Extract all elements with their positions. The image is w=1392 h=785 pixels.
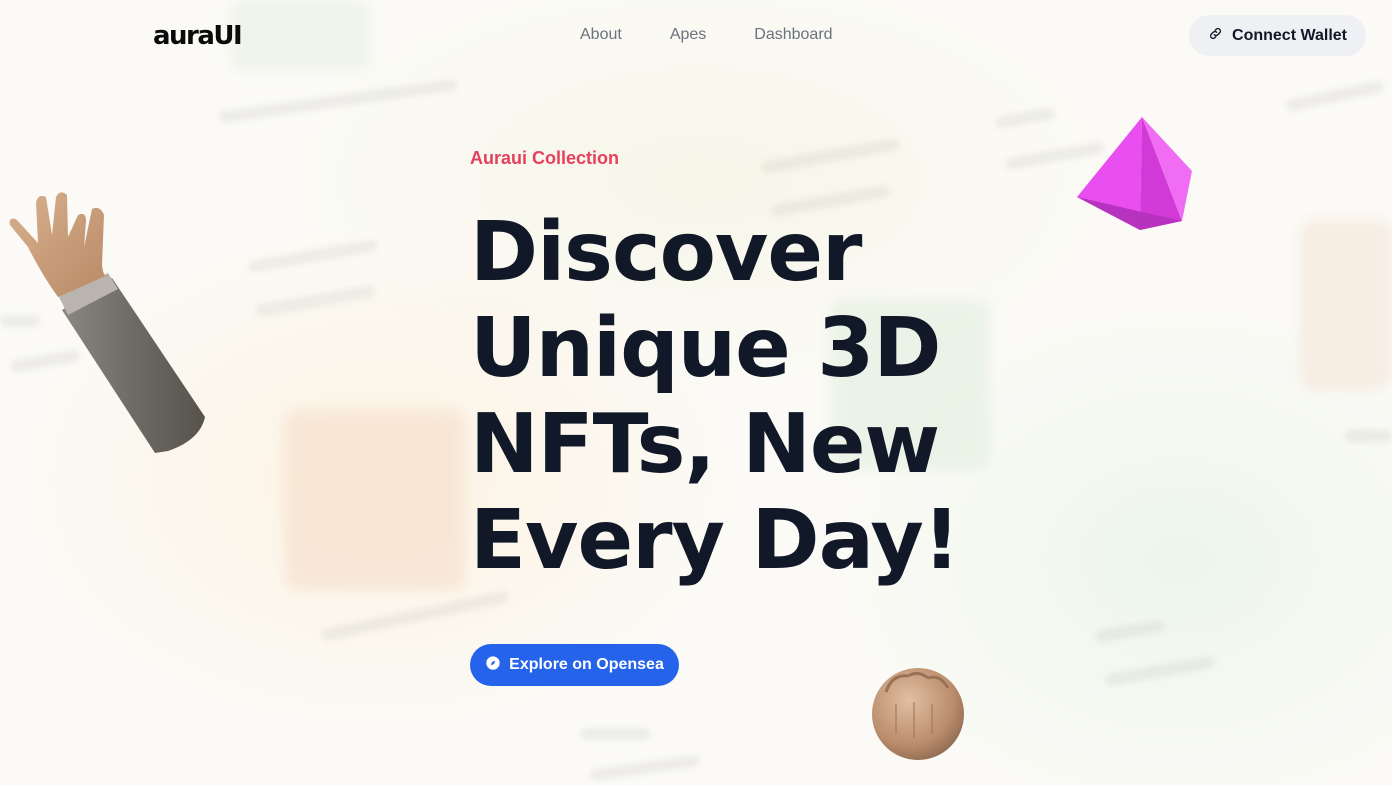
headline-line: Discover [470,205,862,300]
link-icon [1208,26,1223,46]
nav-link-dashboard[interactable]: Dashboard [754,24,832,46]
blurred-text [760,137,900,175]
explore-opensea-label: Explore on Opensea [509,656,664,673]
blurred-text [580,728,650,740]
compass-icon [485,655,501,676]
blurred-card [230,0,370,70]
blurred-text [589,754,701,782]
nav-link-about[interactable]: About [580,24,622,46]
blurred-card [1300,220,1392,390]
collection-eyebrow: Auraui Collection [470,148,620,168]
brand-logo[interactable]: auraUI [153,22,243,50]
blurred-text [1104,655,1216,687]
blurred-text [994,106,1056,130]
blurred-text [1284,79,1386,113]
blurred-text [320,590,510,642]
headline-line: Unique 3D [470,301,941,396]
blurred-text [254,284,376,318]
headline-line: NFTs, New [470,397,940,492]
hero-headline: Discover Unique 3D NFTs, New Every Day! [470,205,1030,589]
nav-link-apes[interactable]: Apes [670,24,706,46]
waving-hand-3d-illustration [0,185,215,460]
connect-wallet-label: Connect Wallet [1232,26,1347,44]
headline-line: Every Day! [470,493,960,588]
blurred-text [1094,619,1166,643]
blurred-card [285,410,465,590]
blurred-text [1345,430,1392,442]
connect-wallet-button[interactable]: Connect Wallet [1189,15,1366,56]
main-nav: About Apes Dashboard [580,24,833,46]
fist-3d-illustration [866,664,966,764]
blurred-text [247,238,379,274]
blurred-text [218,78,458,124]
magenta-crystal-3d-shape [1072,115,1197,233]
explore-opensea-button[interactable]: Explore on Opensea [470,644,679,686]
